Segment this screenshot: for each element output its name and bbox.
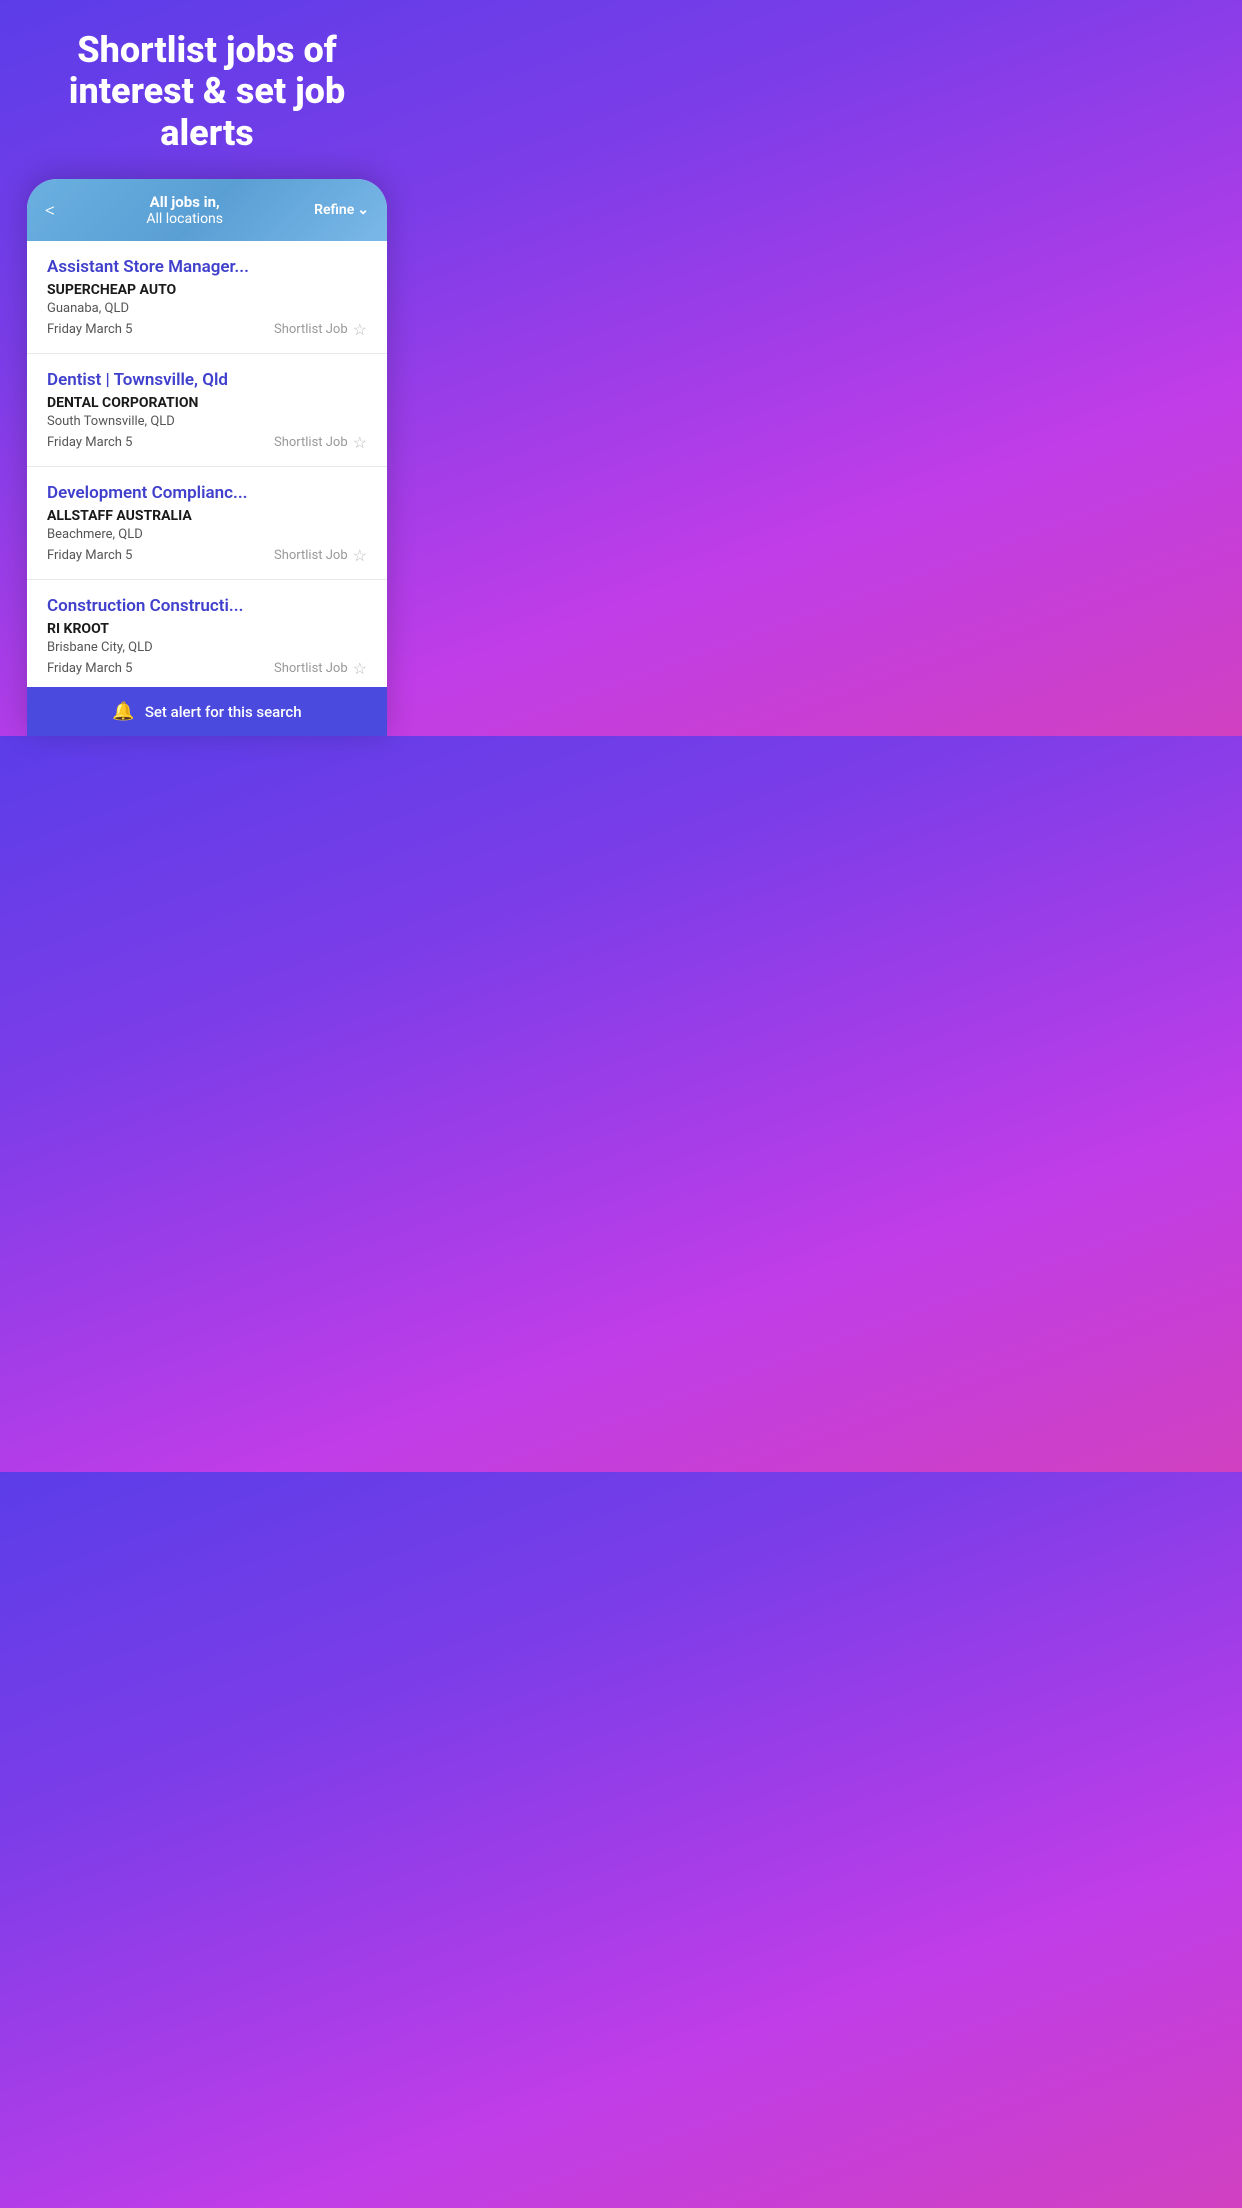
refine-label: Refine (314, 202, 354, 218)
job-footer-1: Friday March 5 Shortlist Job ☆ (47, 320, 367, 339)
shortlist-label-4: Shortlist Job (274, 661, 348, 676)
header-section: Shortlist jobs of interest & set job ale… (0, 0, 414, 174)
job-company-2: DENTAL CORPORATION (47, 395, 367, 411)
chevron-down-icon: ⌄ (357, 202, 369, 218)
page-title: Shortlist jobs of interest & set job ale… (30, 30, 384, 154)
job-date-1: Friday March 5 (47, 322, 132, 337)
bottom-alert-bar[interactable]: 🔔 Set alert for this search (27, 687, 387, 736)
job-company-1: SUPERCHEAP AUTO (47, 282, 367, 298)
star-icon-2: ☆ (353, 433, 367, 452)
navigation-bar: < All jobs in, All locations Refine ⌄ (27, 179, 387, 241)
jobs-list: Assistant Store Manager... SUPERCHEAP AU… (27, 241, 387, 687)
back-button[interactable]: < (45, 198, 55, 222)
job-title-2: Dentist | Townsville, Qld (47, 370, 367, 390)
job-date-4: Friday March 5 (47, 661, 132, 676)
phone-mockup: < All jobs in, All locations Refine ⌄ As… (27, 179, 387, 736)
shortlist-label-2: Shortlist Job (274, 435, 348, 450)
job-location-3: Beachmere, QLD (47, 527, 367, 542)
refine-button[interactable]: Refine ⌄ (314, 202, 369, 218)
job-location-1: Guanaba, QLD (47, 301, 367, 316)
job-card-1[interactable]: Assistant Store Manager... SUPERCHEAP AU… (27, 241, 387, 354)
shortlist-label-3: Shortlist Job (274, 548, 348, 563)
star-icon-1: ☆ (353, 320, 367, 339)
job-date-2: Friday March 5 (47, 435, 132, 450)
job-card-4[interactable]: Construction Constructi... RI KROOT Bris… (27, 580, 387, 687)
nav-subtitle: All locations (146, 211, 223, 227)
job-card-3[interactable]: Development Complianc... ALLSTAFF AUSTRA… (27, 467, 387, 580)
star-icon-4: ☆ (353, 659, 367, 678)
shortlist-label-1: Shortlist Job (274, 322, 348, 337)
job-title-1: Assistant Store Manager... (47, 257, 367, 277)
nav-center: All jobs in, All locations (146, 193, 223, 227)
job-company-3: ALLSTAFF AUSTRALIA (47, 508, 367, 524)
shortlist-button-4[interactable]: Shortlist Job ☆ (274, 659, 367, 678)
shortlist-button-2[interactable]: Shortlist Job ☆ (274, 433, 367, 452)
job-company-4: RI KROOT (47, 621, 367, 637)
bell-icon: 🔔 (112, 701, 134, 722)
job-location-2: South Townsville, QLD (47, 414, 367, 429)
job-title-3: Development Complianc... (47, 483, 367, 503)
shortlist-button-3[interactable]: Shortlist Job ☆ (274, 546, 367, 565)
job-footer-3: Friday March 5 Shortlist Job ☆ (47, 546, 367, 565)
star-icon-3: ☆ (353, 546, 367, 565)
job-location-4: Brisbane City, QLD (47, 640, 367, 655)
job-footer-4: Friday March 5 Shortlist Job ☆ (47, 659, 367, 678)
job-date-3: Friday March 5 (47, 548, 132, 563)
nav-title: All jobs in, (146, 193, 223, 211)
shortlist-button-1[interactable]: Shortlist Job ☆ (274, 320, 367, 339)
job-title-4: Construction Constructi... (47, 596, 367, 616)
job-card-2[interactable]: Dentist | Townsville, Qld DENTAL CORPORA… (27, 354, 387, 467)
set-alert-label: Set alert for this search (145, 703, 302, 721)
job-footer-2: Friday March 5 Shortlist Job ☆ (47, 433, 367, 452)
